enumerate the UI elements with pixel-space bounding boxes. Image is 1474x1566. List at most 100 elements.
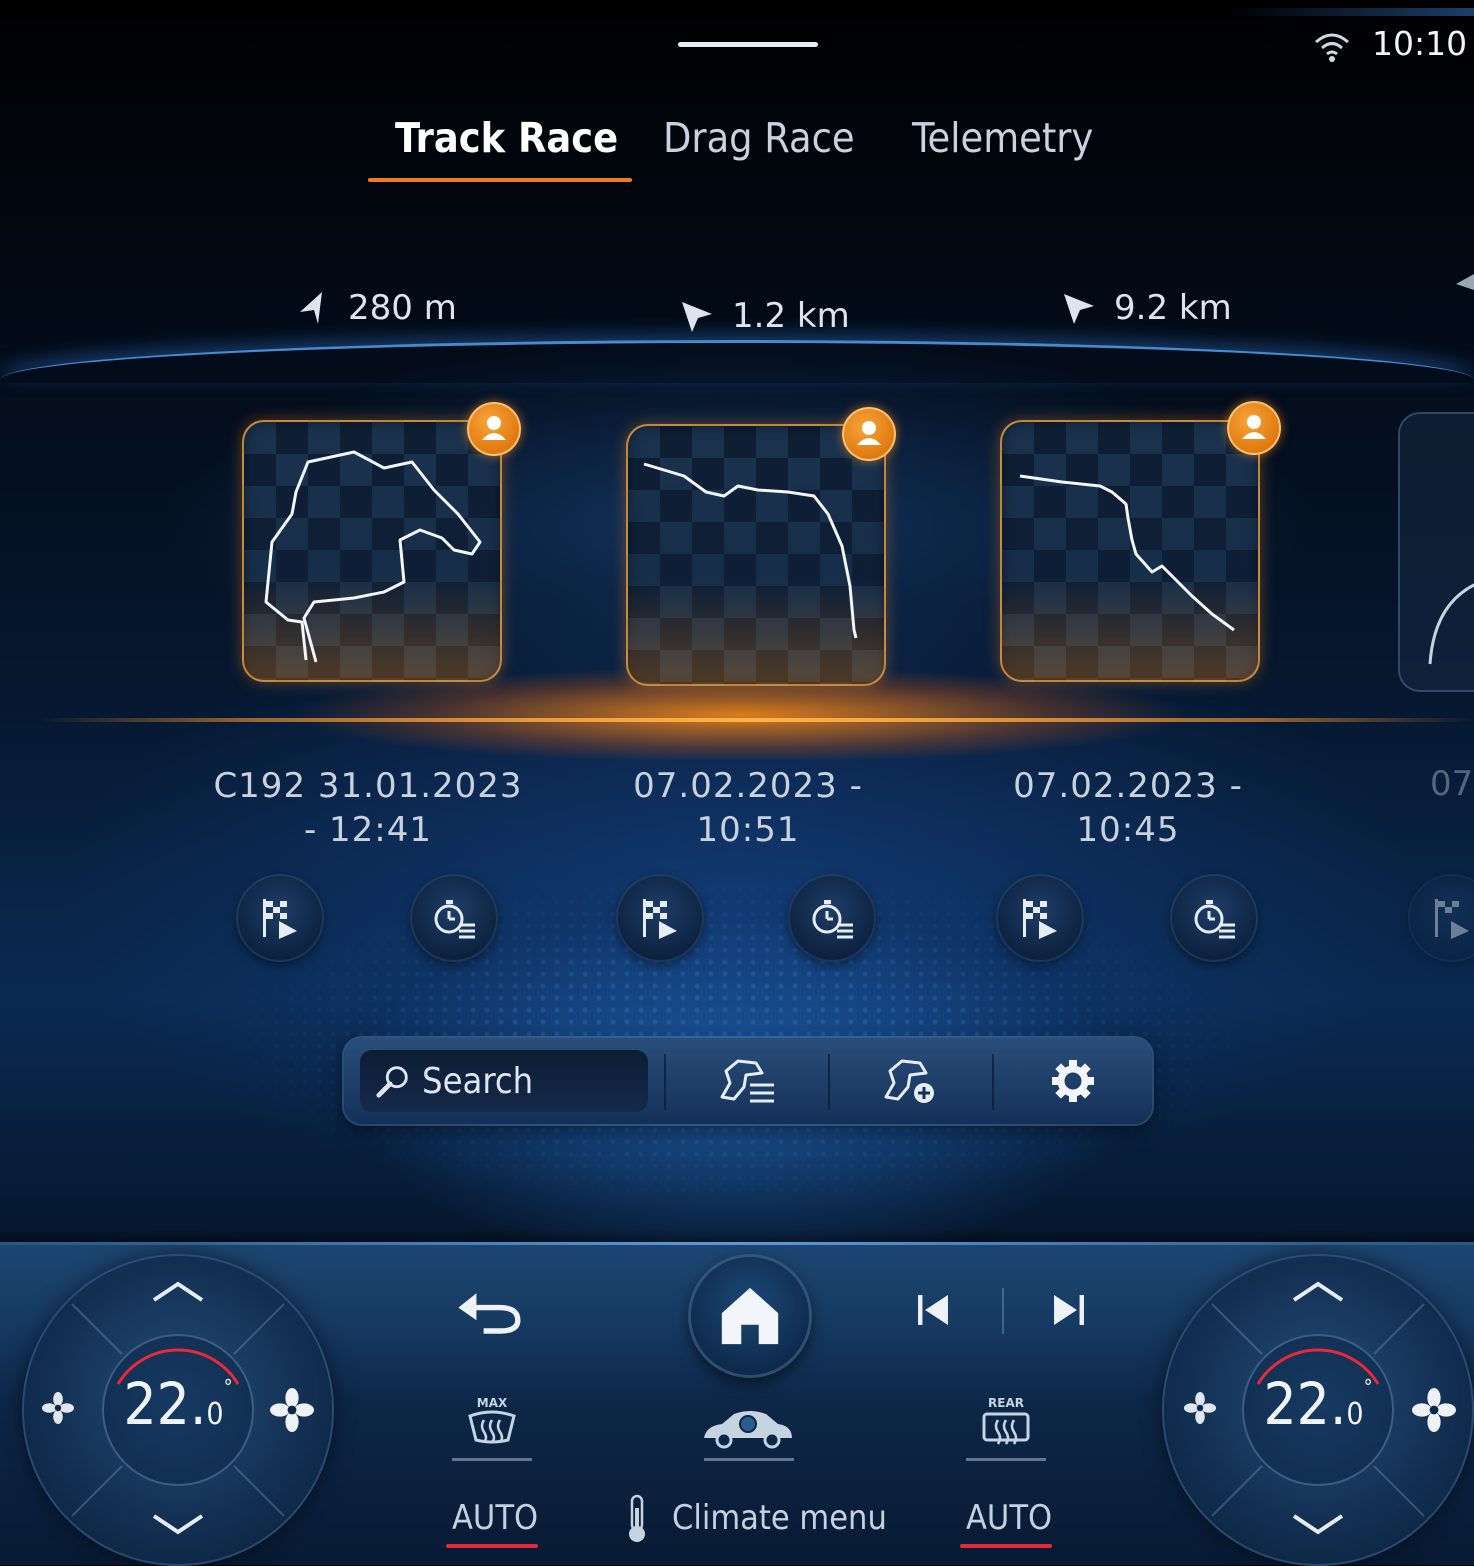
caption-line: 10:51 bbox=[696, 810, 800, 850]
distance-label: 280 m bbox=[348, 288, 457, 328]
rear-defrost-button[interactable]: REAR bbox=[966, 1396, 1046, 1456]
magnifier-icon bbox=[376, 1066, 408, 1098]
temp-unit: ° bbox=[223, 1375, 233, 1399]
track-route bbox=[643, 462, 858, 639]
chevron-up-icon[interactable] bbox=[1288, 1276, 1348, 1306]
search-label: Search bbox=[422, 1060, 534, 1102]
wifi-icon bbox=[1315, 33, 1349, 62]
left-temperature-knob[interactable]: 22.0° bbox=[22, 1254, 334, 1566]
checkered-flag-play-icon bbox=[1435, 899, 1469, 939]
track-card-3[interactable] bbox=[1000, 420, 1260, 682]
temp-value: 22. bbox=[1263, 1370, 1347, 1438]
rear-defrost-underline bbox=[966, 1458, 1046, 1461]
lap-times-button-2[interactable] bbox=[788, 874, 876, 962]
navigation-arrow-icon bbox=[300, 292, 322, 324]
left-auto-button[interactable]: AUTO bbox=[452, 1498, 538, 1538]
caption-line: 07.02.2023 - bbox=[1013, 766, 1243, 806]
stopwatch-list-icon bbox=[812, 900, 853, 939]
search-field[interactable]: Search bbox=[360, 1050, 648, 1112]
rear-defrost-icon bbox=[982, 1412, 1030, 1445]
chevron-down-icon[interactable] bbox=[1288, 1508, 1348, 1538]
temp-decimal: 0 bbox=[206, 1397, 224, 1432]
navigation-arrow-icon bbox=[682, 302, 712, 332]
stopwatch-list-icon bbox=[1194, 900, 1235, 939]
right-temperature-knob[interactable]: 22.0° bbox=[1162, 1254, 1474, 1566]
distance-label: 9.2 km bbox=[1114, 288, 1232, 328]
car-climate-underline bbox=[704, 1458, 794, 1461]
navigation-arrow-icon bbox=[1456, 274, 1474, 290]
chevron-down-icon[interactable] bbox=[148, 1508, 208, 1538]
tab-drag-race[interactable]: Drag Race bbox=[663, 114, 855, 162]
checkered-flag-play-icon bbox=[643, 899, 677, 939]
right-auto-active-indicator bbox=[960, 1544, 1052, 1548]
max-defrost-underline bbox=[452, 1458, 532, 1461]
user-icon bbox=[1227, 401, 1281, 455]
start-race-button-1[interactable] bbox=[236, 874, 324, 962]
max-defrost-label: MAX bbox=[476, 1396, 508, 1410]
thermometer-icon bbox=[629, 1494, 645, 1542]
lap-times-button-1[interactable] bbox=[410, 874, 498, 962]
fan-icon[interactable] bbox=[1412, 1388, 1456, 1432]
add-track-button[interactable] bbox=[856, 1050, 966, 1112]
home-icon bbox=[721, 1287, 779, 1345]
tab-track-race[interactable]: Track Race bbox=[395, 114, 618, 162]
track-caption-4-partial: 07 bbox=[1430, 764, 1474, 804]
toolbar-divider bbox=[664, 1054, 666, 1110]
gear-icon bbox=[1052, 1060, 1094, 1102]
tab-telemetry[interactable]: Telemetry bbox=[912, 114, 1093, 162]
skip-next-icon bbox=[1054, 1295, 1084, 1325]
track-route bbox=[1428, 583, 1474, 665]
temp-value: 22. bbox=[123, 1370, 207, 1438]
pull-down-handle[interactable] bbox=[678, 42, 818, 47]
clock: 10:10 bbox=[1372, 24, 1468, 63]
max-defrost-button[interactable]: MAX bbox=[452, 1396, 532, 1456]
distance-label: 1.2 km bbox=[732, 296, 850, 336]
dock-edge-line bbox=[0, 1242, 1474, 1245]
track-distance-3: 9.2 km bbox=[1058, 288, 1232, 328]
back-arrow-icon bbox=[458, 1293, 521, 1334]
rear-defrost-label: REAR bbox=[988, 1396, 1024, 1410]
caption-line: 07.02.2023 - bbox=[633, 766, 863, 806]
settings-button[interactable] bbox=[1018, 1050, 1128, 1112]
next-track-button[interactable] bbox=[1034, 1280, 1104, 1340]
add-track-icon bbox=[884, 1059, 934, 1103]
windshield-defrost-icon bbox=[468, 1410, 516, 1444]
right-auto-button[interactable]: AUTO bbox=[966, 1498, 1052, 1538]
track-list-icon bbox=[720, 1059, 774, 1103]
track-distance-1: 280 m bbox=[292, 288, 457, 328]
climate-menu-label[interactable]: Climate menu bbox=[672, 1498, 887, 1538]
left-auto-active-indicator bbox=[446, 1544, 538, 1548]
track-card-1[interactable] bbox=[242, 420, 502, 682]
car-climate-button[interactable] bbox=[700, 1402, 796, 1452]
back-button[interactable] bbox=[444, 1280, 534, 1346]
track-route bbox=[264, 450, 482, 663]
track-distance-2: 1.2 km bbox=[676, 296, 850, 336]
stopwatch-list-icon bbox=[434, 900, 475, 939]
toolbar-divider bbox=[992, 1054, 994, 1110]
car-airflow-icon bbox=[704, 1411, 792, 1449]
user-icon bbox=[842, 407, 896, 461]
user-icon bbox=[467, 402, 521, 456]
toolbar-divider bbox=[828, 1054, 830, 1110]
temp-decimal: 0 bbox=[1346, 1397, 1364, 1432]
track-card-2[interactable] bbox=[626, 424, 886, 686]
caption-line: 10:45 bbox=[1076, 810, 1180, 850]
status-bar-accent bbox=[1230, 8, 1474, 16]
lap-times-button-3[interactable] bbox=[1170, 874, 1258, 962]
track-caption-2: 07.02.2023 - 10:51 bbox=[568, 764, 928, 852]
track-card-4-partial[interactable] bbox=[1398, 412, 1474, 692]
caption-line: - 12:41 bbox=[303, 810, 433, 850]
caption-line: C192 31.01.2023 bbox=[213, 766, 523, 806]
home-button[interactable] bbox=[688, 1254, 812, 1378]
start-race-button-2[interactable] bbox=[616, 874, 704, 962]
climate-menu-button[interactable] bbox=[622, 1492, 652, 1546]
fan-icon[interactable] bbox=[1184, 1392, 1216, 1424]
track-caption-3: 07.02.2023 - 10:45 bbox=[948, 764, 1308, 852]
track-list-button[interactable] bbox=[692, 1050, 802, 1112]
previous-track-button[interactable] bbox=[898, 1280, 968, 1340]
fan-icon[interactable] bbox=[42, 1392, 74, 1424]
checkered-flag-play-icon bbox=[263, 899, 297, 939]
fan-icon[interactable] bbox=[270, 1388, 314, 1432]
chevron-up-icon[interactable] bbox=[148, 1276, 208, 1306]
start-race-button-3[interactable] bbox=[996, 874, 1084, 962]
